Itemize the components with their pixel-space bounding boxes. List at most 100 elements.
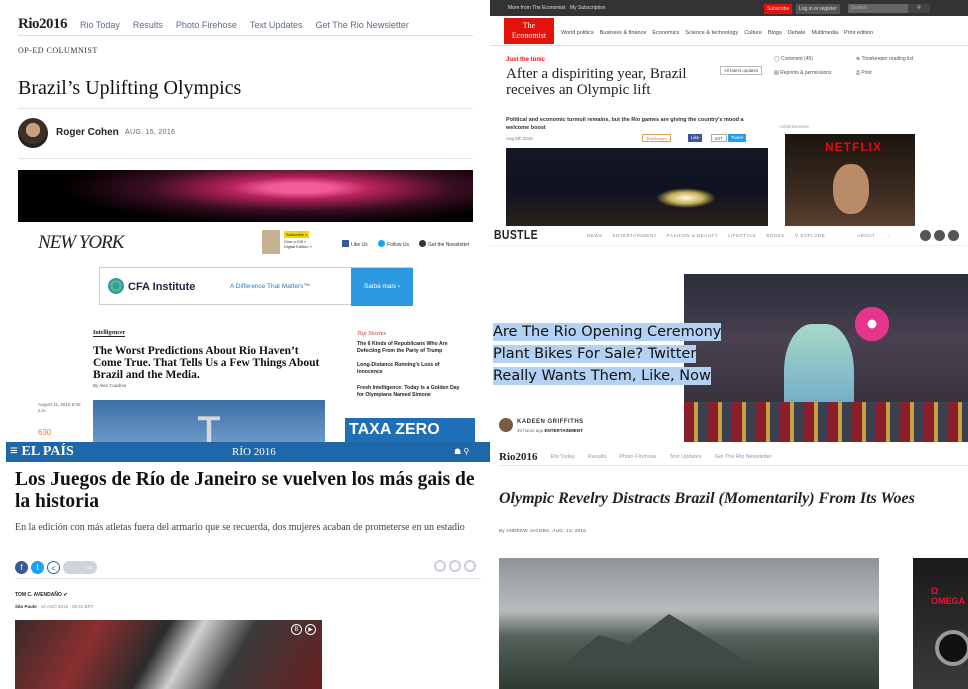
article-headline: The Worst Predictions About Rio Haven’t … [93, 345, 320, 381]
more-from-link[interactable]: More from The Economist [508, 5, 565, 11]
twitter-icon[interactable] [934, 230, 945, 241]
christ-redeemer-photo [93, 400, 325, 442]
byline-name[interactable]: By ANDREW JACOBS [499, 528, 549, 533]
share-icon[interactable]: < [47, 561, 60, 575]
nav-photo-firehose[interactable]: Photo Firehose [176, 20, 237, 30]
bustle-nav: BUSTLE NEWS ENTERTAINMENT FASHION & BEAUTY… [490, 226, 968, 246]
nyt-opinion-panel: Rio2016 Rio Today Results Photo Firehose… [0, 0, 490, 230]
nav-rio-today[interactable]: Rio Today [551, 454, 575, 460]
author-avatar[interactable] [18, 118, 48, 148]
subscribe-links[interactable]: Give a Gift » Digital Edition » [284, 239, 316, 249]
top-story-item[interactable]: Fresh Intelligence: Today Is a Golden Da… [357, 385, 460, 398]
logo-line1: The [522, 21, 536, 30]
nav-results[interactable]: Results [133, 20, 163, 30]
elpais-panel: ≡ EL PAÍS RÍO 2016 ☗ ⚲ Los Juegos de Río… [6, 442, 490, 689]
omega-ad[interactable]: Ω OMEGA [913, 558, 968, 689]
nav-text-updates[interactable]: Text Updates [250, 20, 303, 30]
facebook-icon[interactable] [920, 230, 931, 241]
nav-text-updates[interactable]: Text Updates [670, 454, 702, 460]
twitter-icon[interactable]: t [31, 561, 44, 575]
facebook-icon[interactable]: f [15, 561, 28, 575]
nav-blogs[interactable]: Blogs [768, 30, 782, 36]
subscribe-button[interactable]: Subscribe [764, 4, 793, 14]
follow-us-link[interactable]: Follow Us [378, 240, 409, 248]
section-label[interactable]: Intelligencer [93, 330, 126, 337]
article-dateline: August 11, 2016 8:00 a.m. [38, 402, 81, 413]
economist-logo[interactable]: The Economist [504, 18, 554, 44]
nav-about[interactable]: ABOUT ⌵ [857, 233, 891, 238]
nav-news[interactable]: NEWS [587, 233, 603, 238]
hero-image [18, 170, 473, 230]
mail-icon[interactable] [449, 560, 461, 572]
nav-lifestyle[interactable]: LIFESTYLE [728, 233, 756, 238]
print-icon[interactable] [464, 560, 476, 572]
search-input[interactable]: Search [848, 4, 908, 13]
subscribe-box[interactable]: Subscribe » Give a Gift » Digital Editio… [262, 230, 314, 254]
magazine-cover-thumb [262, 230, 280, 254]
subscribe-button[interactable]: Subscribe » [284, 231, 310, 238]
latest-updates-button[interactable]: All latest updates [720, 66, 763, 75]
nav-multimedia[interactable]: Multimedia [811, 30, 838, 36]
nav-explore[interactable]: ⚲ EXPLORE [795, 233, 835, 238]
rio2016-logo[interactable]: Rio2016 [499, 451, 538, 463]
netflix-ad[interactable]: NETFLIX [785, 134, 915, 226]
print-link[interactable]: ⎙ Print [856, 70, 872, 76]
column-kicker[interactable]: OP-ED COLUMNIST [18, 46, 98, 55]
logo-line2: Economist [511, 31, 547, 40]
rio2016-logo[interactable]: Rio2016 [18, 16, 68, 33]
nav-rio-today[interactable]: Rio Today [80, 20, 120, 30]
nav-debate[interactable]: Debate [788, 30, 806, 36]
pinterest-icon[interactable] [948, 230, 959, 241]
author-name[interactable]: TOM C. AVENDAÑO ✔ [15, 592, 67, 598]
nav-culture[interactable]: Culture [744, 30, 762, 36]
tweet-button[interactable]: Tweet [728, 134, 747, 142]
cfa-ad-banner[interactable]: CFA Institute A Difference That Matters™… [99, 267, 413, 306]
crowd-band [684, 402, 968, 442]
like-us-link[interactable]: Like Us [342, 240, 368, 248]
top-story-item[interactable]: The 6 Kinds of Republicans Who Are Defec… [357, 341, 460, 354]
nav-business[interactable]: Business & finance [600, 30, 647, 36]
newsletter-link[interactable]: Get the Newsletter [419, 240, 469, 248]
share-count: 247 [711, 134, 727, 142]
author-name[interactable]: KADEEN GRIFFITHS [517, 419, 584, 425]
search-icon[interactable]: ⚲ [908, 4, 930, 13]
nymag-logo[interactable]: NEW YORK [38, 232, 124, 254]
bustle-logo[interactable]: BUSTLE [494, 227, 538, 242]
section-title[interactable]: RÍO 2016 [232, 446, 276, 458]
timekeeper-button[interactable]: Timekeeper [642, 134, 671, 142]
nav-entertainment[interactable]: ENTERTAINMENT [613, 233, 657, 238]
author-name[interactable]: Roger Cohen [56, 127, 119, 138]
reading-list-link[interactable]: ⊕ Timekeeper reading list [856, 56, 913, 62]
nav-newsletter[interactable]: Get The Rio Newsletter [315, 20, 408, 30]
comment-link[interactable]: ◯ Comment (45) [774, 56, 813, 62]
facebook-like-button[interactable]: Like [688, 134, 703, 142]
top-story-item[interactable]: Long-Distance Running’s Loss of Innocenc… [357, 362, 460, 375]
nav-newsletter[interactable]: Get The Rio Newsletter [715, 454, 772, 460]
elpais-header: ≡ EL PAÍS RÍO 2016 ☗ ⚲ [6, 442, 490, 462]
nav-economics[interactable]: Economics [652, 30, 679, 36]
follow-us-label: Follow Us [387, 242, 409, 248]
login-button[interactable]: Log in or register [796, 4, 840, 14]
nav-science[interactable]: Science & technology [685, 30, 738, 36]
my-subscription-link[interactable]: My Subscription [570, 5, 606, 11]
nav-photo-firehose[interactable]: Photo Firehose [619, 454, 656, 460]
gallery-icon[interactable]: B [291, 624, 302, 635]
author-avatar[interactable] [499, 418, 513, 432]
nav-results[interactable]: Results [588, 454, 606, 460]
section-link[interactable]: ENTERTAINMENT [545, 428, 583, 433]
header-icons[interactable]: ☗ ⚲ [454, 447, 469, 456]
author-name-text: TOM C. AVENDAÑO [15, 592, 62, 598]
comment-count[interactable]: 138 [63, 561, 97, 575]
taxa-zero-ad[interactable]: TAXA ZERO [345, 418, 475, 442]
nav-print-edition[interactable]: Print edition [844, 30, 873, 36]
play-icon[interactable]: ▶ [305, 624, 316, 635]
cfa-learn-more-button[interactable]: Saiba mais › [351, 268, 413, 306]
reprints-link[interactable]: ▤ Reprints & permissions [774, 70, 832, 76]
nav-books[interactable]: BOOKS [766, 233, 785, 238]
heart-icon[interactable] [434, 560, 446, 572]
article-byline[interactable]: By Alex Cuadros [93, 383, 126, 388]
nav-fashion-beauty[interactable]: FASHION & BEAUTY [667, 233, 718, 238]
elpais-logo[interactable]: ≡ EL PAÍS [10, 444, 74, 460]
nav-world-politics[interactable]: World politics [561, 30, 594, 36]
bustle-nav-items: NEWS ENTERTAINMENT FASHION & BEAUTY LIFESTY… [587, 233, 901, 239]
